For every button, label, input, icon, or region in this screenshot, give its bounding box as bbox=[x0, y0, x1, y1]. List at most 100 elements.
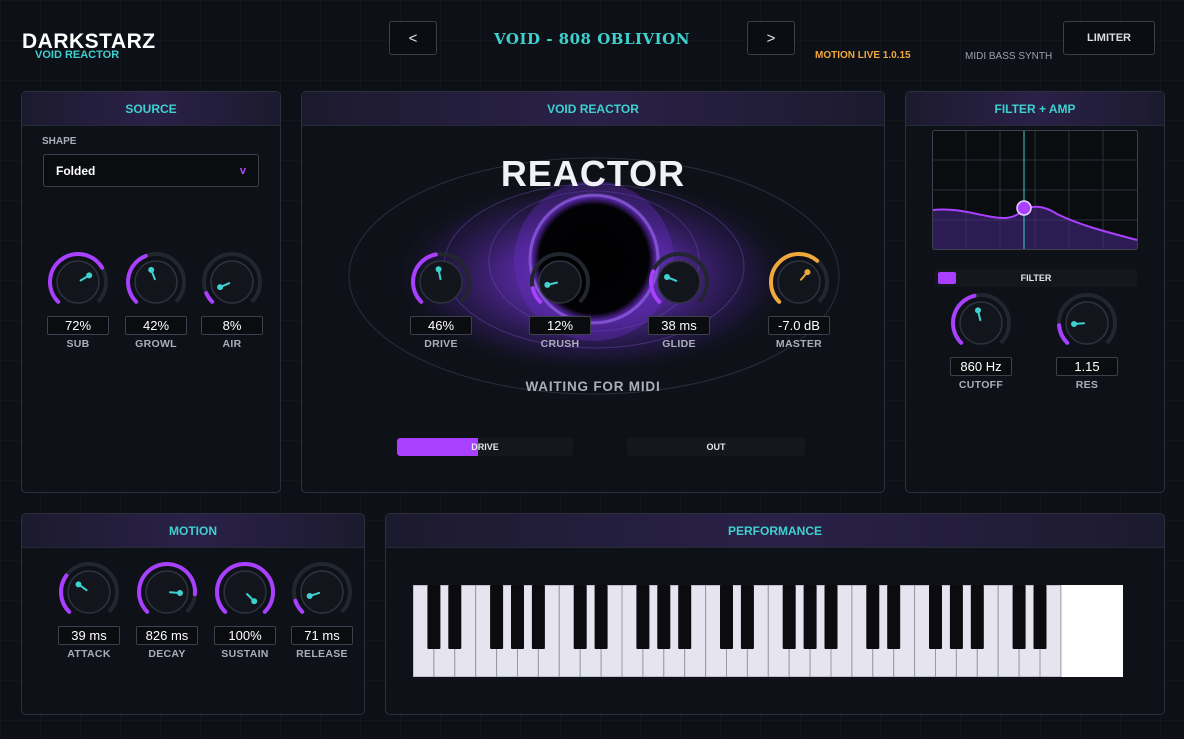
sub-label: SUB bbox=[66, 338, 90, 350]
black-key[interactable] bbox=[803, 585, 817, 649]
next-preset-button[interactable]: > bbox=[747, 21, 795, 55]
black-key[interactable] bbox=[490, 585, 504, 649]
midi-status: WAITING FOR MIDI bbox=[525, 379, 661, 394]
drive-label: DRIVE bbox=[424, 338, 458, 350]
decay-knob[interactable]: 826 ms DECAY bbox=[135, 560, 199, 660]
filter-curve-display[interactable] bbox=[932, 130, 1138, 250]
version-label: MOTION LIVE 1.0.15 bbox=[815, 50, 911, 61]
cutoff-knob-dial[interactable] bbox=[949, 291, 1013, 355]
crush-label: CRUSH bbox=[540, 338, 580, 350]
attack-value[interactable]: 39 ms bbox=[58, 626, 120, 645]
attack-label: ATTACK bbox=[67, 648, 111, 660]
brand-subtitle: VOID REACTOR bbox=[35, 49, 120, 61]
keyboard-area bbox=[412, 584, 1123, 678]
sub-knob-dial[interactable] bbox=[46, 250, 110, 314]
growl-knob-dial[interactable] bbox=[124, 250, 188, 314]
res-value[interactable]: 1.15 bbox=[1056, 357, 1118, 376]
preset-name: VOID - 808 OBLIVION bbox=[494, 30, 690, 48]
attack-knob[interactable]: 39 ms ATTACK bbox=[57, 560, 121, 660]
black-key[interactable] bbox=[970, 585, 984, 649]
air-knob[interactable]: 8% AIR bbox=[200, 250, 264, 350]
cutoff-knob[interactable]: 860 Hz CUTOFF bbox=[949, 291, 1013, 391]
void-reactor-panel-title: VOID REACTOR bbox=[302, 92, 884, 126]
glide-knob[interactable]: 38 ms GLIDE bbox=[647, 250, 711, 350]
black-key[interactable] bbox=[782, 585, 796, 649]
piano-keyboard[interactable] bbox=[412, 584, 1123, 678]
decay-knob-dial[interactable] bbox=[135, 560, 199, 624]
decay-label: DECAY bbox=[148, 648, 186, 660]
sustain-knob[interactable]: 100% SUSTAIN bbox=[213, 560, 277, 660]
brand: DARKSTARZ VOID REACTOR bbox=[22, 30, 156, 61]
source-panel-title: SOURCE bbox=[22, 92, 280, 126]
black-key[interactable] bbox=[511, 585, 524, 649]
chevron-down-icon: v bbox=[239, 164, 246, 177]
drive-value[interactable]: 46% bbox=[410, 316, 472, 335]
glide-value[interactable]: 38 ms bbox=[648, 316, 710, 335]
air-value[interactable]: 8% bbox=[201, 316, 263, 335]
black-key[interactable] bbox=[1012, 585, 1026, 649]
black-key[interactable] bbox=[657, 585, 671, 649]
out-meter: OUT bbox=[627, 438, 805, 456]
air-label: AIR bbox=[222, 338, 242, 350]
synth-type-label: MIDI BASS SYNTH bbox=[965, 51, 1053, 62]
master-knob[interactable]: -7.0 dB MASTER bbox=[767, 250, 831, 350]
sub-value[interactable]: 72% bbox=[47, 316, 109, 335]
cutoff-value[interactable]: 860 Hz bbox=[950, 357, 1012, 376]
drive-meter: DRIVE bbox=[397, 438, 573, 456]
cutoff-handle[interactable] bbox=[1016, 200, 1032, 216]
air-knob-arc bbox=[204, 291, 215, 304]
res-knob-dial[interactable] bbox=[1055, 291, 1119, 355]
master-knob-dial[interactable] bbox=[767, 250, 831, 314]
drive-meter-fill bbox=[397, 438, 478, 456]
crush-knob-dial[interactable] bbox=[528, 250, 592, 314]
black-key[interactable] bbox=[929, 585, 942, 649]
shape-label: SHAPE bbox=[42, 136, 77, 147]
black-key[interactable] bbox=[531, 585, 545, 649]
res-knob[interactable]: 1.15 RES bbox=[1055, 291, 1119, 391]
reactor-heading: REACTOR bbox=[500, 153, 686, 194]
black-key[interactable] bbox=[573, 585, 587, 649]
sub-knob[interactable]: 72% SUB bbox=[46, 250, 110, 350]
limiter-button[interactable]: LIMITER bbox=[1063, 21, 1155, 55]
growl-label: GROWL bbox=[135, 338, 177, 350]
sustain-value[interactable]: 100% bbox=[214, 626, 276, 645]
performance-panel-title: PERFORMANCE bbox=[386, 514, 1164, 548]
glide-label: GLIDE bbox=[662, 338, 696, 350]
previous-preset-button[interactable]: < bbox=[389, 21, 437, 55]
black-key[interactable] bbox=[887, 585, 901, 649]
filter-toggle-switch[interactable] bbox=[938, 272, 956, 284]
glide-knob-dial[interactable] bbox=[647, 250, 711, 314]
black-key[interactable] bbox=[448, 585, 462, 649]
release-knob-dial[interactable] bbox=[290, 560, 354, 624]
crush-value[interactable]: 12% bbox=[529, 316, 591, 335]
black-key[interactable] bbox=[594, 585, 608, 649]
black-key[interactable] bbox=[740, 585, 754, 649]
release-value[interactable]: 71 ms bbox=[291, 626, 353, 645]
decay-value[interactable]: 826 ms bbox=[136, 626, 198, 645]
black-key[interactable] bbox=[1033, 585, 1047, 649]
black-key[interactable] bbox=[427, 585, 441, 649]
black-key[interactable] bbox=[678, 585, 692, 649]
air-knob-dial[interactable] bbox=[200, 250, 264, 314]
master-label: MASTER bbox=[775, 338, 823, 350]
shape-select[interactable]: Folded v bbox=[43, 154, 259, 187]
black-key[interactable] bbox=[949, 585, 963, 649]
growl-knob[interactable]: 42% GROWL bbox=[124, 250, 188, 350]
black-key[interactable] bbox=[720, 585, 733, 649]
release-label: RELEASE bbox=[296, 648, 348, 660]
black-key[interactable] bbox=[636, 585, 650, 649]
attack-knob-dial[interactable] bbox=[57, 560, 121, 624]
black-key[interactable] bbox=[866, 585, 880, 649]
growl-value[interactable]: 42% bbox=[125, 316, 187, 335]
filter-toggle-label: FILTER bbox=[1020, 273, 1052, 283]
filter-toggle[interactable]: FILTER bbox=[935, 269, 1137, 287]
black-key[interactable] bbox=[824, 585, 838, 649]
sustain-label: SUSTAIN bbox=[221, 648, 269, 660]
release-knob[interactable]: 71 ms RELEASE bbox=[290, 560, 354, 660]
drive-knob-dial[interactable] bbox=[409, 250, 473, 314]
sustain-knob-dial[interactable] bbox=[213, 560, 277, 624]
drive-knob[interactable]: 46% DRIVE bbox=[409, 250, 473, 350]
crush-knob[interactable]: 12% CRUSH bbox=[528, 250, 592, 350]
master-value[interactable]: -7.0 dB bbox=[768, 316, 830, 335]
motion-panel-title: MOTION bbox=[22, 514, 364, 548]
